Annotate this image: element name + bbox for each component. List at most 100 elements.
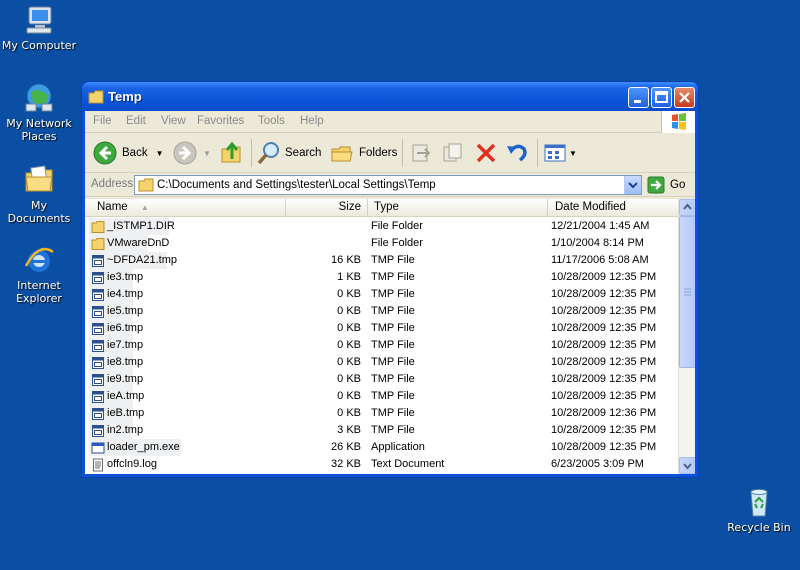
folders-icon <box>331 146 353 162</box>
file-size: 0 KB <box>337 305 361 317</box>
file-name: _ISTMP1.DIR <box>107 220 175 232</box>
file-row[interactable]: ~DFDA21.tmp 16 KB TMP File 11/17/2006 5:08 … <box>85 252 679 269</box>
file-date-modified: 10/28/2009 12:35 PM <box>551 390 657 402</box>
recycle-bin-icon <box>743 486 775 518</box>
folder-icon <box>91 220 105 234</box>
file-row[interactable]: ieA.tmp 0 KB TMP File 10/28/2009 12:35 PM <box>85 388 679 405</box>
menu-view[interactable]: View <box>161 115 186 127</box>
file-size: 0 KB <box>337 322 361 334</box>
folder-icon <box>91 237 105 251</box>
back-button[interactable]: Back ▼ <box>93 139 164 167</box>
file-name: ieA.tmp <box>107 390 145 402</box>
toolbar-separator <box>402 139 403 167</box>
toolbar: Back ▼ ▼ Search Folders ▼ <box>85 133 695 173</box>
file-row[interactable]: ieB.tmp 0 KB TMP File 10/28/2009 12:36 PM <box>85 405 679 422</box>
file-row[interactable]: ie8.tmp 0 KB TMP File 10/28/2009 12:35 PM <box>85 354 679 371</box>
address-label: Address <box>91 178 134 190</box>
file-row[interactable]: _ISTMP1.DIR File Folder 12/21/2004 1:45 AM <box>85 218 679 235</box>
file-row[interactable]: ie9.tmp 0 KB TMP File 10/28/2009 12:35 PM <box>85 371 679 388</box>
copy-to-button[interactable] <box>441 139 465 167</box>
file-type: TMP File <box>371 288 415 300</box>
menu-edit[interactable]: Edit <box>126 115 146 127</box>
file-row[interactable]: in2.tmp 3 KB TMP File 10/28/2009 12:35 PM <box>85 422 679 439</box>
title-bar[interactable]: Temp <box>82 82 698 111</box>
search-button[interactable]: Search <box>257 139 321 167</box>
file-icon <box>91 390 105 404</box>
chevron-down-icon[interactable]: ▼ <box>569 149 577 158</box>
menu-favorites[interactable]: Favorites <box>197 115 244 127</box>
file-name: ie5.tmp <box>107 305 144 317</box>
file-row[interactable]: offcln9.log 32 KB Text Document 6/23/2005 3… <box>85 456 679 473</box>
file-size: 1 KB <box>337 271 361 283</box>
maximize-button[interactable] <box>651 87 672 108</box>
file-icon <box>91 407 105 421</box>
file-row[interactable]: ie5.tmp 0 KB TMP File 10/28/2009 12:35 PM <box>85 303 679 320</box>
delete-button[interactable] <box>474 139 498 167</box>
application-icon <box>91 441 105 455</box>
go-label: Go <box>670 179 686 191</box>
address-field[interactable]: C:\Documents and Settings\tester\Local S… <box>134 175 642 195</box>
window-client: File Edit View Favorites Tools Help Back… <box>85 111 695 474</box>
scroll-down-button[interactable] <box>679 457 695 474</box>
close-icon <box>679 92 690 103</box>
column-header-date[interactable]: Date Modified <box>548 199 679 217</box>
vertical-scrollbar[interactable] <box>678 199 695 474</box>
file-icon <box>91 339 105 353</box>
file-icon <box>91 288 105 302</box>
scroll-up-button[interactable] <box>679 199 695 216</box>
file-date-modified: 10/28/2009 12:35 PM <box>551 305 657 317</box>
views-button[interactable]: ▼ <box>543 139 577 167</box>
folder-icon <box>88 90 104 107</box>
delete-icon <box>476 143 496 163</box>
file-row[interactable]: loader_pm.exe 26 KB Application 10/28/2009 … <box>85 439 679 456</box>
desktop-icon-my-documents[interactable]: My Documents <box>0 164 78 225</box>
desktop-icon-internet-explorer[interactable]: Internet Explorer <box>0 244 78 305</box>
menu-file[interactable]: File <box>93 115 112 127</box>
network-places-icon <box>23 82 55 114</box>
minimize-button[interactable] <box>628 87 649 108</box>
address-bar: Address C:\Documents and Settings\tester… <box>85 173 695 197</box>
file-name: ie3.tmp <box>107 271 144 283</box>
move-to-button[interactable] <box>409 139 433 167</box>
desktop-icon-label: Internet Explorer <box>16 279 62 305</box>
file-type: Text Document <box>371 458 445 470</box>
folders-button[interactable]: Folders <box>330 139 397 167</box>
file-type: File Folder <box>371 237 423 249</box>
file-type: TMP File <box>371 271 415 283</box>
window-title: Temp <box>108 89 142 104</box>
file-date-modified: 10/28/2009 12:35 PM <box>551 271 657 283</box>
up-folder-button[interactable] <box>220 139 244 167</box>
forward-button[interactable]: ▼ <box>173 139 211 167</box>
column-header-name[interactable]: Name ▲ <box>85 199 286 217</box>
desktop-icon-label: Recycle Bin <box>727 521 791 534</box>
close-button[interactable] <box>674 87 695 108</box>
up-folder-icon <box>221 141 241 163</box>
file-type: TMP File <box>371 339 415 351</box>
file-row[interactable]: ie3.tmp 1 KB TMP File 10/28/2009 12:35 PM <box>85 269 679 286</box>
address-dropdown-button[interactable] <box>624 176 641 194</box>
address-value: C:\Documents and Settings\tester\Local S… <box>157 179 436 191</box>
file-row[interactable]: VMwareDnD File Folder 1/10/2004 8:14 PM <box>85 235 679 252</box>
menu-help[interactable]: Help <box>300 115 324 127</box>
desktop-icon-recycle-bin[interactable]: Recycle Bin <box>720 486 798 534</box>
file-date-modified: 10/28/2009 12:36 PM <box>551 407 657 419</box>
scroll-thumb[interactable] <box>679 216 695 368</box>
file-date-modified: 1/10/2004 8:14 PM <box>551 237 644 249</box>
file-row[interactable]: ie4.tmp 0 KB TMP File 10/28/2009 12:35 PM <box>85 286 679 303</box>
file-row[interactable]: ie7.tmp 0 KB TMP File 10/28/2009 12:35 PM <box>85 337 679 354</box>
chevron-down-icon[interactable]: ▼ <box>156 149 164 158</box>
desktop-icon-my-computer[interactable]: My Computer <box>0 4 78 52</box>
forward-arrow-icon <box>173 141 197 165</box>
file-row[interactable]: ie6.tmp 0 KB TMP File 10/28/2009 12:35 PM <box>85 320 679 337</box>
file-date-modified: 10/28/2009 12:35 PM <box>551 424 657 436</box>
file-date-modified: 10/28/2009 12:35 PM <box>551 356 657 368</box>
undo-button[interactable] <box>505 139 529 167</box>
chevron-down-icon <box>628 182 638 189</box>
column-header-type[interactable]: Type <box>368 199 548 217</box>
column-header-size[interactable]: Size <box>286 199 368 217</box>
desktop-icon-label: My Computer <box>1 39 77 52</box>
go-button[interactable]: Go <box>647 176 685 194</box>
chevron-down-icon[interactable]: ▼ <box>203 149 211 158</box>
desktop-icon-my-network-places[interactable]: My Network Places <box>0 82 78 143</box>
menu-tools[interactable]: Tools <box>258 115 285 127</box>
